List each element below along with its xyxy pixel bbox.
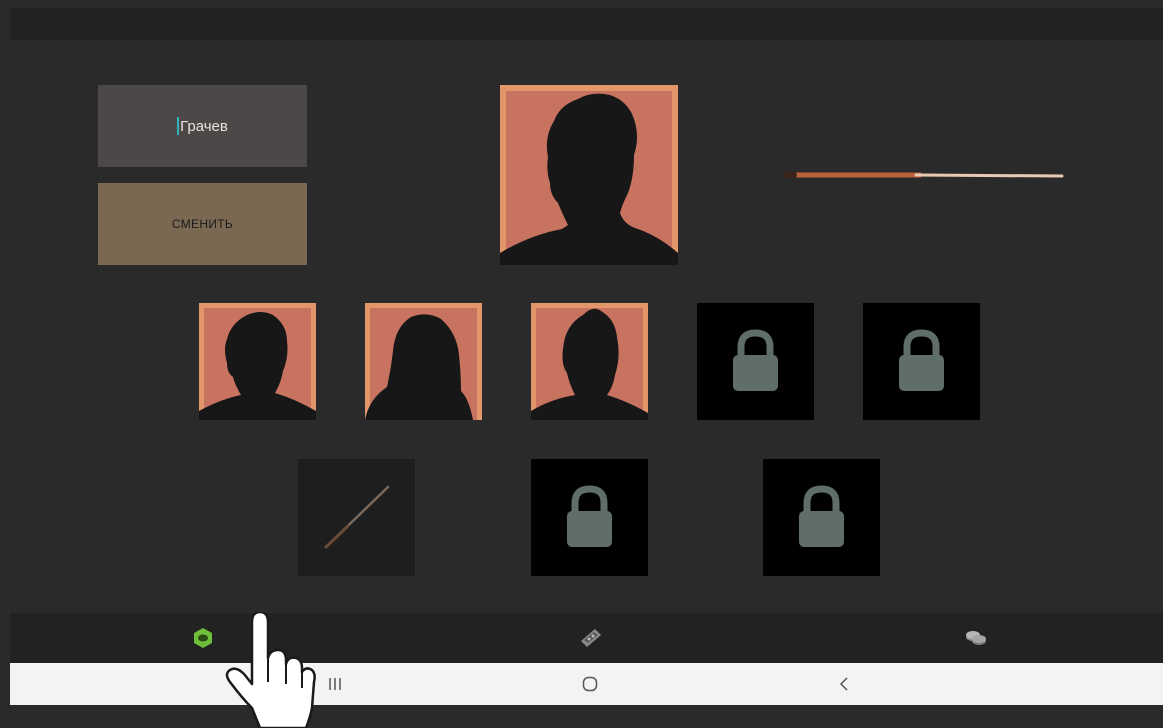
cue-stick-preview-icon — [783, 172, 1064, 178]
bottom-nav — [10, 613, 1163, 663]
avatar-option-3[interactable] — [531, 303, 648, 420]
coins-icon — [966, 631, 986, 645]
home-button[interactable] — [578, 673, 602, 695]
nav-profile-button[interactable] — [189, 625, 217, 651]
nav-table-button[interactable] — [577, 625, 605, 651]
avatar-man-icon — [500, 85, 678, 266]
lock-icon — [799, 485, 844, 547]
player-name-value: Грачев — [180, 117, 228, 135]
cue-preview — [780, 166, 1066, 184]
avatar-woman-bangs-icon — [531, 303, 648, 420]
change-name-button-label: СМЕНИТЬ — [171, 217, 234, 231]
lock-icon — [899, 329, 944, 391]
avatar-option-locked-1[interactable] — [697, 303, 814, 420]
back-icon — [839, 677, 848, 691]
lock-icon — [733, 329, 778, 391]
home-icon — [582, 676, 598, 692]
nut-settings-icon — [194, 628, 212, 648]
cue-option-locked-2[interactable] — [763, 459, 880, 576]
nav-coins-button[interactable] — [962, 625, 990, 651]
avatar-woman-long-hair-icon — [365, 303, 482, 420]
cue-stick-icon — [324, 485, 390, 549]
system-navigation-bar — [10, 663, 1163, 705]
avatar-option-2[interactable] — [365, 303, 482, 420]
top-bar — [10, 8, 1163, 40]
recent-apps-button[interactable] — [323, 673, 347, 695]
billiard-table-icon — [581, 629, 601, 647]
text-cursor — [177, 117, 180, 135]
cue-option-locked-1[interactable] — [531, 459, 648, 576]
recent-apps-icon — [329, 678, 341, 690]
avatar-option-1[interactable] — [199, 303, 316, 420]
profile-screen: Грачев СМЕНИТЬ — [0, 0, 1163, 728]
cue-option-1[interactable] — [298, 459, 415, 576]
player-name-input[interactable]: Грачев — [98, 85, 307, 167]
selected-avatar — [500, 85, 678, 266]
change-name-button[interactable]: СМЕНИТЬ — [98, 183, 307, 265]
avatar-man-silhouette-icon — [199, 303, 316, 420]
back-button[interactable] — [832, 673, 856, 695]
lock-icon — [567, 485, 612, 547]
avatar-option-locked-2[interactable] — [863, 303, 980, 420]
